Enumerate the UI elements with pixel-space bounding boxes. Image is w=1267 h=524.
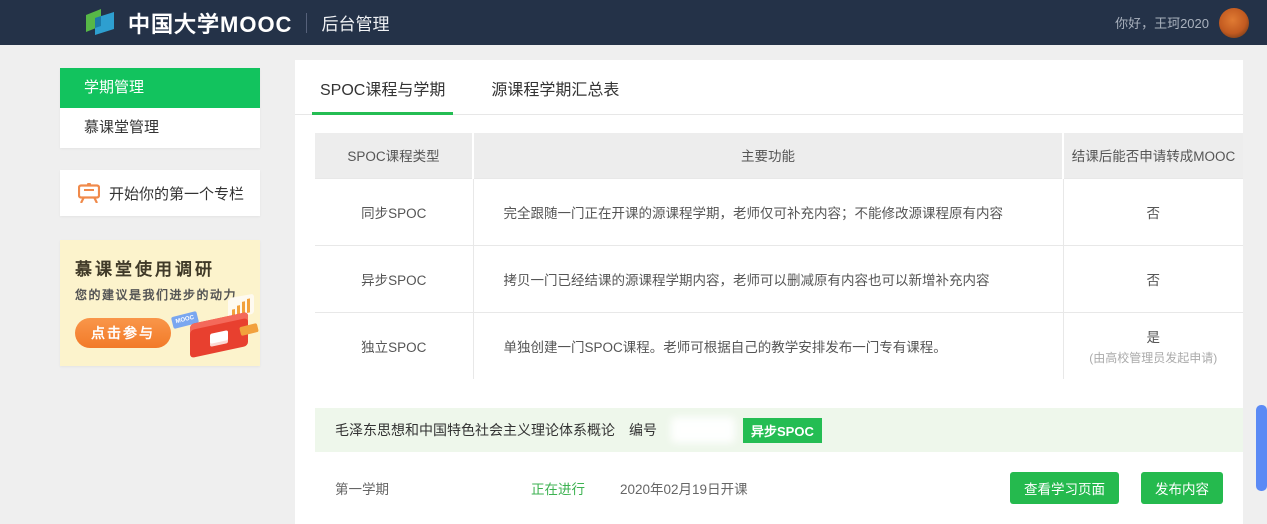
start-first-column-link[interactable]: 开始你的第一个专栏 [60,170,260,216]
cell-type: 同步SPOC [315,178,473,245]
sidebar-menu: 学期管理 慕课堂管理 [60,68,260,148]
easel-icon [78,183,100,203]
avatar[interactable] [1219,8,1249,38]
redacted-info [898,477,988,499]
cell-desc: 完全跟随一门正在开课的源课程学期，老师仅可补充内容；不能修改源课程原有内容 [473,178,1063,245]
cell-desc: 拷贝一门已经结课的源课程学期内容，老师可以删减原有内容也可以新增补充内容 [473,245,1063,312]
table-row: 同步SPOC 完全跟随一门正在开课的源课程学期，老师仅可补充内容；不能修改源课程… [315,178,1243,245]
cell-convert: 否 [1063,245,1243,312]
table-row: 独立SPOC 单独创建一门SPOC课程。老师可根据自己的教学安排发布一门专有课程… [315,312,1243,379]
sidebar-item-mooc-class-management[interactable]: 慕课堂管理 [60,108,260,148]
convert-note: (由高校管理员发起申请) [1064,349,1244,366]
view-learning-page-button[interactable]: 查看学习页面 [1010,472,1119,504]
cell-desc: 单独创建一门SPOC课程。老师可根据自己的教学安排发布一门专有课程。 [473,312,1063,379]
main-panel: SPOC课程与学期 源课程学期汇总表 SPOC课程类型 主要功能 结课后能否申请… [295,60,1243,524]
course-id-label: 编号 [629,420,657,440]
scrollbar-thumb[interactable] [1256,405,1267,491]
semester-row: 第一学期 正在进行 2020年02月19日开课 查看学习页面 发布内容 [315,452,1243,524]
cell-convert: 否 [1063,178,1243,245]
convert-value: 是 [1147,330,1161,345]
tab-spoc-courses[interactable]: SPOC课程与学期 [318,76,447,114]
cell-convert: 是 (由高校管理员发起申请) [1063,312,1243,379]
tab-bar: SPOC课程与学期 源课程学期汇总表 [295,60,1243,115]
spoc-type-badge: 异步SPOC [743,418,822,443]
header-main-function: 主要功能 [473,133,1063,178]
promo-illustration: MOOC [172,296,254,358]
tab-source-course-summary[interactable]: 源课程学期汇总表 [489,76,621,114]
semester-name: 第一学期 [335,478,389,498]
cell-type: 异步SPOC [315,245,473,312]
semester-status: 正在进行 [531,478,585,498]
cell-type: 独立SPOC [315,312,473,379]
publish-content-button[interactable]: 发布内容 [1141,472,1223,504]
header-convert-to-mooc: 结课后能否申请转成MOOC [1063,133,1243,178]
logo[interactable]: 中国大学MOOC [86,7,292,39]
logo-title: 中国大学MOOC [128,7,292,39]
course-title: 毛泽东思想和中国特色社会主义理论体系概论 [335,420,615,440]
spoc-type-table: SPOC课程类型 主要功能 结课后能否申请转成MOOC 同步SPOC 完全跟随一… [315,133,1243,379]
section-title: 后台管理 [321,10,389,35]
redacted-course-id [671,417,735,443]
table-row: 异步SPOC 拷贝一门已经结课的源课程学期内容，老师可以删减原有内容也可以新增补… [315,245,1243,312]
sidebar-item-semester-management[interactable]: 学期管理 [60,68,260,108]
redacted-semester-dates [405,477,491,499]
semester-start-date: 2020年02月19日开课 [620,478,748,498]
promo-card[interactable]: 慕课堂使用调研 您的建议是我们进步的动力 点击参与 MOOC [60,240,260,366]
sidebar: 学期管理 慕课堂管理 开始你的第一个专栏 慕课堂使用调研 您的建议是我们进步的动… [60,68,260,216]
promo-join-button[interactable]: 点击参与 [75,318,171,348]
table-header-row: SPOC课程类型 主要功能 结课后能否申请转成MOOC [315,133,1243,178]
user-greeting[interactable]: 你好，王珂2020 [1115,13,1209,32]
promo-title: 慕课堂使用调研 [75,255,260,280]
start-first-column-label: 开始你的第一个专栏 [109,183,244,204]
header-spoc-type: SPOC课程类型 [315,133,473,178]
top-navbar: 中国大学MOOC 后台管理 你好，王珂2020 [0,0,1267,45]
mooc-logo-icon [86,9,118,37]
course-header-bar: 毛泽东思想和中国特色社会主义理论体系概论 编号 异步SPOC [315,408,1243,452]
navbar-divider [306,13,307,33]
